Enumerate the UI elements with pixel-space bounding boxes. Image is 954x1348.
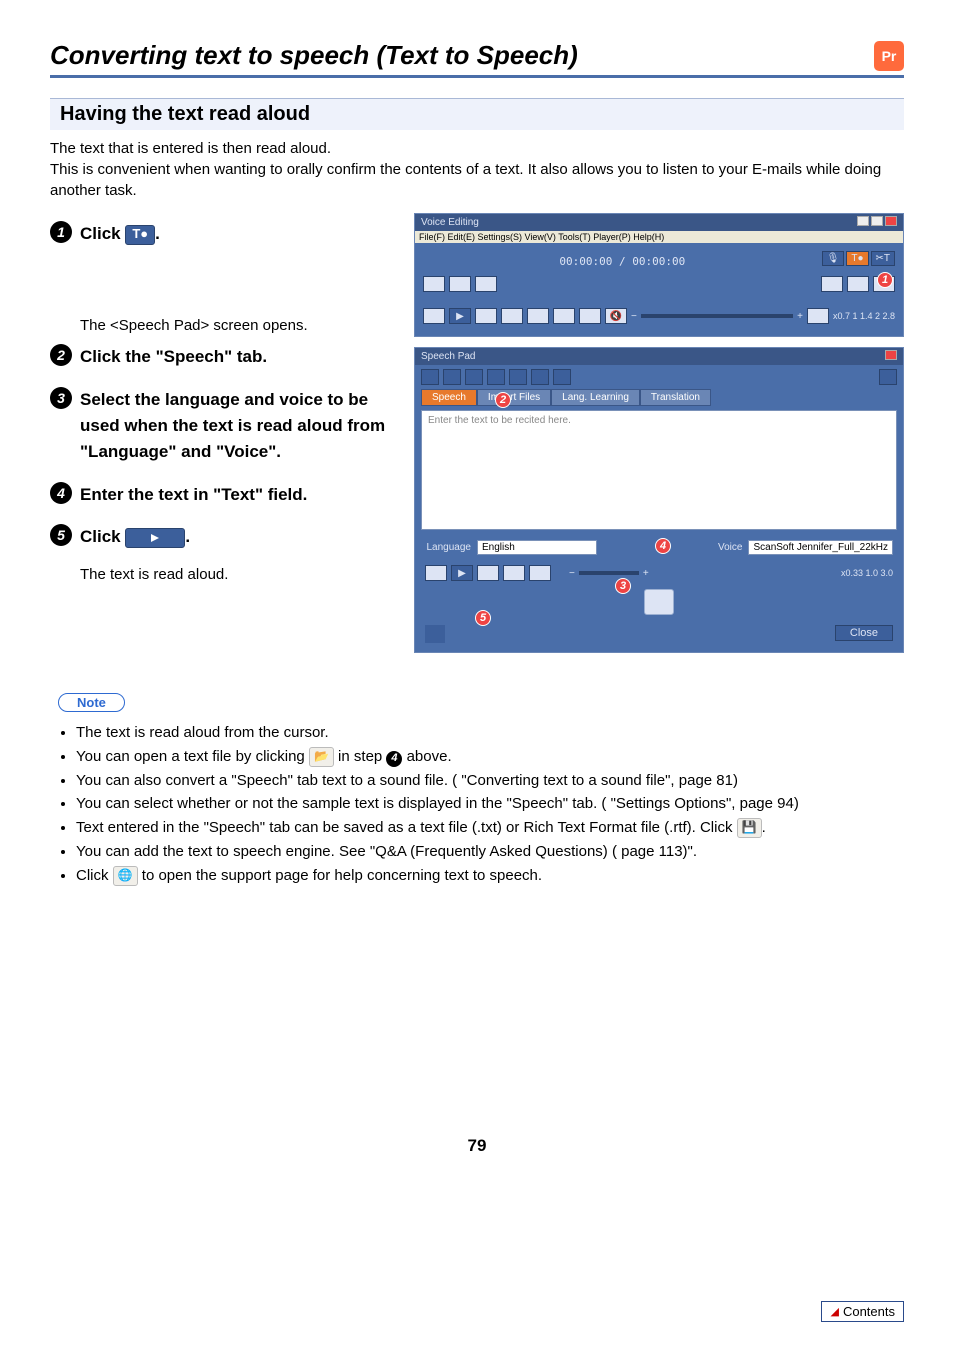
note-item: Click 🌐 to open the support page for hel… bbox=[76, 865, 904, 887]
voice-label: Voice bbox=[696, 542, 742, 553]
tab-import: Import Files bbox=[477, 389, 551, 406]
notes-list: The text is read aloud from the cursor. … bbox=[58, 722, 904, 886]
note-label: Note bbox=[58, 693, 125, 712]
callout-2: 2 bbox=[495, 392, 511, 408]
voice-editing-title: Voice Editing bbox=[421, 217, 479, 228]
step-1-text: Click T●. bbox=[80, 221, 160, 247]
t-icon bbox=[509, 369, 527, 385]
save-file-icon bbox=[465, 369, 483, 385]
sp-speed-scale: x0.33 1.0 3.0 bbox=[841, 568, 893, 578]
voice-editing-menubar[interactable]: File(F) Edit(E) Settings(S) View(V) Tool… bbox=[415, 231, 903, 243]
mode-buttons[interactable]: 🎙T●✂T bbox=[822, 251, 895, 266]
note-item: You can also convert a "Speech" tab text… bbox=[76, 770, 904, 792]
step-1-badge: 1 bbox=[50, 221, 72, 243]
page-title: Converting text to speech (Text to Speec… bbox=[50, 40, 578, 71]
note-item: You can open a text file by clicking 📂 i… bbox=[76, 746, 904, 768]
step-3-badge: 3 bbox=[50, 387, 72, 409]
help-globe-icon: 🌐 bbox=[113, 866, 138, 886]
section-heading: Having the text read aloud bbox=[50, 98, 904, 130]
callout-5: 5 bbox=[475, 610, 491, 626]
tab-translation: Translation bbox=[640, 389, 711, 406]
voice-editing-window: Voice Editing File(F) Edit(E) Settings(S… bbox=[414, 213, 904, 337]
step-5-result: The text is read aloud. bbox=[80, 566, 400, 583]
page-number: 79 bbox=[50, 1136, 904, 1156]
language-label: Language bbox=[425, 542, 471, 553]
note-item: Text entered in the "Speech" tab can be … bbox=[76, 817, 904, 839]
callout-4: 4 bbox=[655, 538, 671, 554]
pr-badge-icon: Pr bbox=[874, 41, 904, 71]
copy-icon bbox=[553, 369, 571, 385]
speech-transport[interactable]: ■▶‖ ⏮⏭ −+ x0.33 1.0 3.0 bbox=[415, 561, 903, 585]
voice-select[interactable]: ScanSoft Jennifer_Full_22kHz bbox=[748, 540, 893, 555]
step-2-badge: 2 bbox=[50, 344, 72, 366]
cut-icon bbox=[487, 369, 505, 385]
speech-pad-window: Speech Pad 2 Speech Import Files Lang. L… bbox=[414, 347, 904, 653]
ve-toolbar-row1[interactable] bbox=[423, 272, 895, 296]
window-controls[interactable] bbox=[855, 216, 897, 229]
callout-3: 3 bbox=[615, 578, 631, 594]
export-icon bbox=[531, 369, 549, 385]
note-item: You can select whether or not the sample… bbox=[76, 793, 904, 815]
step-4-badge: 4 bbox=[50, 482, 72, 504]
step-1-result: The <Speech Pad> screen opens. bbox=[80, 317, 400, 334]
speech-pad-toolbar[interactable] bbox=[415, 365, 903, 389]
intro-text: The text that is entered is then read al… bbox=[50, 138, 904, 201]
save-file-icon: 💾 bbox=[737, 818, 762, 838]
step-5-badge: 5 bbox=[50, 524, 72, 546]
step-5-text: Click . bbox=[80, 524, 190, 550]
tab-lang: Lang. Learning bbox=[551, 389, 640, 406]
triangle-icon: ◢ bbox=[830, 1305, 838, 1318]
contents-button[interactable]: ◢Contents bbox=[821, 1301, 904, 1322]
close-button[interactable]: Close bbox=[835, 625, 893, 641]
step-4-text: Enter the text in "Text" field. bbox=[80, 482, 307, 508]
note-item: The text is read aloud from the cursor. bbox=[76, 722, 904, 744]
speech-pad-close[interactable] bbox=[883, 350, 897, 363]
step-2-text: Click the "Speech" tab. bbox=[80, 344, 267, 370]
help-globe-icon[interactable] bbox=[425, 625, 445, 643]
speech-text-field[interactable]: Enter the text to be recited here. bbox=[421, 410, 897, 530]
play-button-icon bbox=[125, 528, 185, 548]
step-ref-4: 4 bbox=[386, 751, 402, 767]
speech-pad-tabs[interactable]: Speech Import Files Lang. Learning Trans… bbox=[415, 389, 903, 406]
language-select[interactable]: English bbox=[477, 540, 597, 555]
open-file-icon bbox=[443, 369, 461, 385]
avatar-face-icon: ☺ bbox=[644, 589, 674, 615]
speech-pad-title: Speech Pad bbox=[421, 351, 476, 362]
note-item: You can add the text to speech engine. S… bbox=[76, 841, 904, 863]
callout-1: 1 bbox=[877, 272, 893, 288]
ve-transport[interactable]: ■▶‖ ◀◀▶▶ ⏮⏭ 🔇−+A↕ x0.7 1 1.4 2 2.8 bbox=[423, 304, 895, 328]
speed-scale: x0.7 1 1.4 2 2.8 bbox=[833, 311, 895, 321]
tts-mode-icon: T● bbox=[125, 225, 155, 245]
options-icon bbox=[879, 369, 897, 385]
new-file-icon bbox=[421, 369, 439, 385]
title-rule bbox=[50, 75, 904, 78]
step-3-text: Select the language and voice to be used… bbox=[80, 387, 400, 466]
tab-speech: Speech bbox=[421, 389, 477, 406]
open-file-icon: 📂 bbox=[309, 747, 334, 767]
